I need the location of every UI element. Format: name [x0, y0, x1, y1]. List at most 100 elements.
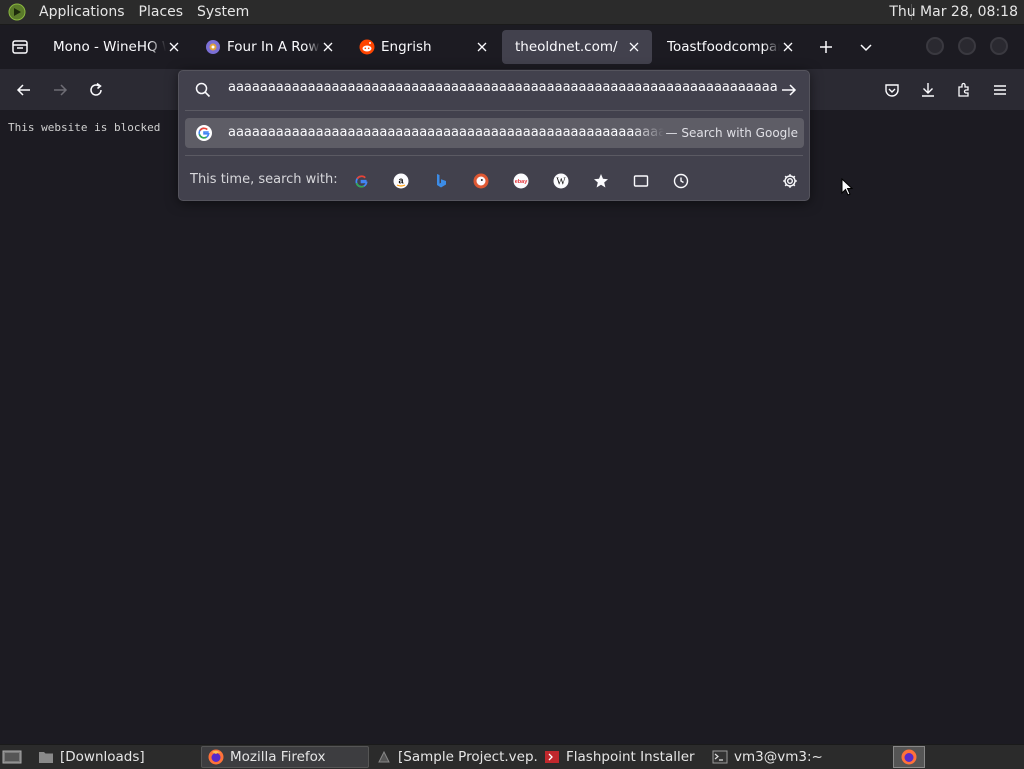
- blocked-message: This website is blocked: [8, 121, 161, 134]
- engine-bing-button[interactable]: [430, 170, 452, 192]
- close-window-button[interactable]: [990, 37, 1008, 55]
- workspace-switcher[interactable]: [893, 746, 925, 768]
- tab-close-icon[interactable]: [780, 39, 796, 55]
- tab-mono-winehq[interactable]: Mono - WineHQ Wiki: [40, 30, 192, 64]
- taskbar-label: [Sample Project.vep...: [398, 749, 538, 765]
- tab-toastfoodcompany[interactable]: Toastfoodcompany: [654, 30, 806, 64]
- list-all-tabs-button[interactable]: [846, 30, 886, 64]
- taskbar-label: [Downloads]: [60, 749, 145, 765]
- taskbar: [Downloads] Mozilla Firefox [Sample Proj…: [0, 744, 1024, 769]
- extensions-button[interactable]: [949, 75, 979, 105]
- tab-theoldnet[interactable]: theoldnet.com/: [502, 30, 652, 64]
- top-panel: Applications Places System Thu Mar 28, 0…: [0, 0, 1024, 25]
- urlbar-popup: aaaaaaaaaaaaaaaaaaaaaaaaaaaaaaaaaaaaaaaa…: [178, 70, 810, 201]
- search-icon: [195, 82, 211, 98]
- firefox-view-button[interactable]: [0, 25, 40, 69]
- duckduckgo-icon: [473, 173, 489, 189]
- tab-icon: [633, 175, 649, 187]
- arrow-right-icon: [54, 84, 68, 96]
- taskbar-item-firefox[interactable]: Mozilla Firefox: [201, 746, 369, 768]
- tab-four-in-a-row[interactable]: Four In A Row Clone: [192, 30, 346, 64]
- hamburger-icon: [994, 85, 1006, 95]
- engine-google-button[interactable]: [350, 170, 372, 192]
- engine-amazon-button[interactable]: a: [390, 170, 412, 192]
- download-icon: [922, 83, 934, 97]
- clock-icon: [673, 173, 689, 189]
- tab-title: Toastfoodcompany: [667, 39, 780, 55]
- taskbar-label: Flashpoint Installer: [566, 749, 695, 765]
- desktop-icon: [2, 750, 22, 764]
- clock[interactable]: Thu Mar 28, 08:18: [889, 0, 1018, 24]
- search-suggestion-row[interactable]: aaaaaaaaaaaaaaaaaaaaaaaaaaaaaaaaaaaaaaaa…: [185, 118, 804, 148]
- google-icon: [196, 125, 212, 141]
- tab-strip: Mono - WineHQ Wiki Four In A Row Clone E…: [0, 25, 1024, 69]
- tab-close-icon[interactable]: [166, 39, 182, 55]
- tab-title: theoldnet.com/: [515, 39, 618, 55]
- flashpoint-icon: [545, 751, 559, 763]
- new-tab-button[interactable]: [806, 30, 846, 64]
- gitlab-icon: [206, 40, 220, 54]
- wikipedia-icon: W: [553, 173, 569, 189]
- firefox-icon: [208, 749, 224, 765]
- taskbar-item-flashpoint[interactable]: Flashpoint Installer: [538, 746, 706, 768]
- taskbar-item-downloads[interactable]: [Downloads]: [32, 746, 200, 768]
- firefox-view-icon: [12, 40, 28, 54]
- minimize-button[interactable]: [926, 37, 944, 55]
- plus-icon: [820, 41, 832, 53]
- downloads-button[interactable]: [913, 75, 943, 105]
- tab-title: Mono - WineHQ Wiki: [53, 39, 166, 55]
- engine-wikipedia-button[interactable]: W: [550, 170, 572, 192]
- bookmarks-search-button[interactable]: [590, 170, 612, 192]
- tab-close-icon[interactable]: [626, 39, 642, 55]
- bing-icon: [437, 174, 446, 188]
- system-menu[interactable]: System: [190, 0, 256, 24]
- suggestion-text: aaaaaaaaaaaaaaaaaaaaaaaaaaaaaaaaaaaaaaaa…: [228, 125, 664, 140]
- star-icon: [594, 174, 608, 188]
- pocket-button[interactable]: [877, 75, 907, 105]
- puzzle-icon: [958, 82, 969, 97]
- taskbar-item-terminal[interactable]: vm3@vm3:~: [706, 746, 874, 768]
- svg-text:ebay: ebay: [515, 179, 528, 185]
- taskbar-item-sample-project[interactable]: [Sample Project.vep...: [370, 746, 538, 768]
- tabs-search-button[interactable]: [630, 170, 652, 192]
- maximize-button[interactable]: [958, 37, 976, 55]
- folder-icon: [39, 752, 53, 763]
- app-menu-button[interactable]: [985, 75, 1015, 105]
- pocket-icon: [885, 84, 899, 97]
- window-controls: [926, 37, 1008, 55]
- reload-button[interactable]: [81, 75, 111, 105]
- page-content: This website is blocked: [0, 110, 1024, 744]
- reload-icon: [90, 82, 102, 96]
- places-menu[interactable]: Places: [132, 0, 191, 24]
- tab-engrish[interactable]: Engrish: [346, 30, 500, 64]
- chevron-down-icon: [860, 44, 872, 52]
- one-off-label: This time, search with:: [190, 172, 338, 187]
- tab-close-icon[interactable]: [474, 39, 490, 55]
- arrow-left-icon: [16, 84, 30, 96]
- suggestion-action: — Search with Google: [665, 126, 798, 140]
- tab-title: Four In A Row Clone: [227, 39, 320, 55]
- mate-logo-icon[interactable]: [8, 3, 26, 21]
- popup-divider: [185, 155, 803, 156]
- history-search-button[interactable]: [670, 170, 692, 192]
- engine-duckduckgo-button[interactable]: [470, 170, 492, 192]
- search-settings-button[interactable]: [779, 170, 801, 192]
- taskbar-label: Mozilla Firefox: [230, 749, 326, 765]
- one-off-search-bar: This time, search with: a ebay W: [179, 164, 809, 198]
- go-arrow-icon[interactable]: [781, 82, 797, 98]
- back-button[interactable]: [9, 75, 39, 105]
- app-icon: [378, 750, 390, 763]
- applications-menu[interactable]: Applications: [32, 0, 132, 24]
- forward-button[interactable]: [45, 75, 75, 105]
- urlbar-input[interactable]: aaaaaaaaaaaaaaaaaaaaaaaaaaaaaaaaaaaaaaaa…: [228, 80, 777, 100]
- taskbar-label: vm3@vm3:~: [734, 749, 823, 765]
- mouse-cursor-icon: [841, 178, 853, 196]
- tab-close-icon[interactable]: [320, 39, 336, 55]
- terminal-icon: [712, 750, 728, 764]
- engine-ebay-button[interactable]: ebay: [510, 170, 532, 192]
- firefox-icon: [901, 749, 917, 765]
- tab-title: Engrish: [381, 39, 432, 55]
- svg-text:W: W: [556, 177, 566, 188]
- popup-divider: [185, 110, 803, 111]
- show-desktop-button[interactable]: [0, 746, 24, 768]
